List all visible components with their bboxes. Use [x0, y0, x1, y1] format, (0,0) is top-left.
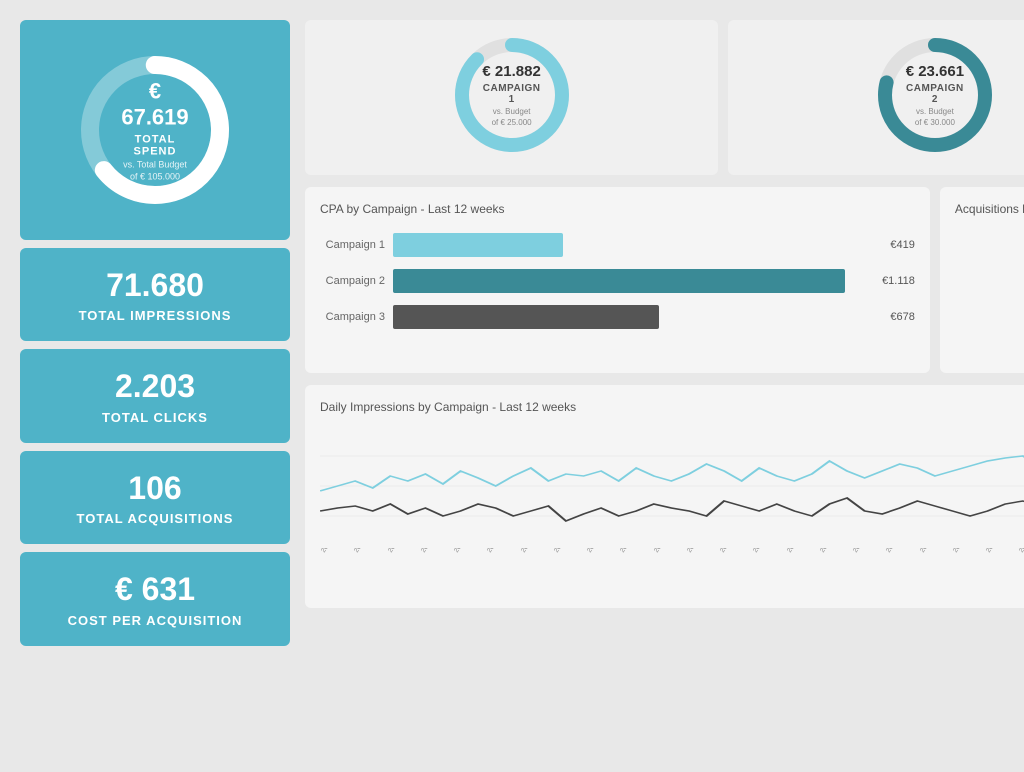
campaign-2-sub: vs. Budget: [905, 107, 965, 116]
x-label-6: 2016-02-02: [486, 548, 519, 593]
stat-clicks-label: TOTAL CLICKS: [38, 410, 272, 425]
dashboard: € 67.619 TOTAL SPEND vs. Total Budget of…: [20, 20, 1004, 646]
bar-row-3: Campaign 3 €678: [320, 305, 915, 329]
x-label-10: 2016-02-12: [619, 548, 652, 593]
x-labels-row: 2016-01-21 2016-01-23 2016-01-25 2016-01…: [320, 548, 1024, 593]
bar-value-3: €678: [890, 311, 914, 323]
x-label-22: 2016-03-09: [1018, 548, 1024, 593]
x-label-20: 2016-03-05: [952, 548, 985, 593]
line-campaign-1: [320, 451, 1024, 491]
campaign-1-label: CAMPAIGN 1: [482, 83, 542, 105]
x-label-8: 2016-02-08: [553, 548, 586, 593]
bar-track-2: [393, 269, 869, 293]
bar-fill-3: [393, 305, 659, 329]
stat-cpa-value: € 631: [38, 570, 272, 608]
stat-impressions-label: TOTAL IMPRESSIONS: [38, 308, 272, 323]
bar-label-2: Campaign 2: [320, 275, 385, 287]
stat-cpa-label: COST PER ACQUISITION: [38, 613, 272, 628]
bar-fill-2: [393, 269, 845, 293]
bar-row-1: Campaign 1 €419: [320, 233, 915, 257]
x-label-19: 2016-03-03: [919, 548, 952, 593]
stat-impressions-value: 71.680: [38, 266, 272, 304]
bar-track-1: [393, 233, 877, 257]
x-label-4: 2016-01-27: [420, 548, 453, 593]
x-label-3: 2016-01-25: [387, 548, 420, 593]
stat-acquisitions-label: TOTAL ACQUISITIONS: [38, 511, 272, 526]
sidebar: € 67.619 TOTAL SPEND vs. Total Budget of…: [20, 20, 290, 646]
x-label-5: 2016-01-29: [453, 548, 486, 593]
stat-acquisitions-value: 106: [38, 469, 272, 507]
bar-value-2: €1.118: [882, 275, 915, 287]
x-label-21: 2016-03-07: [985, 548, 1018, 593]
stat-acquisitions: 106 TOTAL ACQUISITIONS: [20, 451, 290, 544]
campaign-2-sub2: of € 30.000: [905, 118, 965, 127]
campaign-card-2: € 23.661 CAMPAIGN 2 vs. Budget of € 30.0…: [728, 20, 1024, 175]
acquisitions-chart-panel: Acquisitions by Campaign - Last 12 weeks: [940, 187, 1024, 373]
campaign-row: € 21.882 CAMPAIGN 1 vs. Budget of € 25.0…: [305, 20, 1024, 175]
acquisitions-chart-title: Acquisitions by Campaign - Last 12 weeks: [955, 202, 1024, 216]
campaign-1-sub: vs. Budget: [482, 107, 542, 116]
x-label-14: 2016-02-22: [752, 548, 785, 593]
campaign-2-label: CAMPAIGN 2: [905, 83, 965, 105]
x-label-15: 2016-02-24: [786, 548, 819, 593]
x-label-17: 2016-02-28: [852, 548, 885, 593]
total-spend-label: TOTAL SPEND: [115, 133, 195, 157]
stat-clicks-value: 2.203: [38, 367, 272, 405]
middle-row: CPA by Campaign - Last 12 weeks Campaign…: [305, 187, 1024, 373]
total-spend-sublabel: vs. Total Budget: [115, 159, 195, 169]
x-label-11: 2016-02-14: [653, 548, 686, 593]
campaign-2-center: € 23.661 CAMPAIGN 2 vs. Budget of € 30.0…: [905, 63, 965, 127]
bar-label-3: Campaign 3: [320, 311, 385, 323]
x-label-16: 2016-02-26: [819, 548, 852, 593]
impressions-title: Daily Impressions by Campaign - Last 12 …: [320, 400, 1024, 414]
bar-label-1: Campaign 1: [320, 239, 385, 251]
total-spend-donut: € 67.619 TOTAL SPEND vs. Total Budget of…: [75, 50, 235, 210]
line-campaign-2: [320, 498, 1024, 521]
total-spend-amount: € 67.619: [115, 79, 195, 132]
line-chart-area: [320, 426, 1024, 546]
stat-impressions: 71.680 TOTAL IMPRESSIONS: [20, 248, 290, 341]
total-spend-center: € 67.619 TOTAL SPEND vs. Total Budget of…: [115, 79, 195, 182]
pie-container: 54 32 20: [955, 228, 1024, 358]
campaign-1-donut: € 21.882 CAMPAIGN 1 vs. Budget of € 25.0…: [452, 35, 572, 155]
stat-cpa: € 631 COST PER ACQUISITION: [20, 552, 290, 645]
bar-fill-1: [393, 233, 563, 257]
impressions-panel: Daily Impressions by Campaign - Last 12 …: [305, 385, 1024, 608]
campaign-2-donut: € 23.661 CAMPAIGN 2 vs. Budget of € 30.0…: [875, 35, 995, 155]
x-label-1: 2016-01-21: [320, 548, 353, 593]
bar-row-2: Campaign 2 €1.118: [320, 269, 915, 293]
x-label-12: 2016-02-18: [686, 548, 719, 593]
bar-value-1: €419: [890, 239, 914, 251]
bar-track-3: [393, 305, 877, 329]
total-spend-card: € 67.619 TOTAL SPEND vs. Total Budget of…: [20, 20, 290, 240]
campaign-1-sub2: of € 25.000: [482, 118, 542, 127]
x-label-2: 2016-01-23: [353, 548, 386, 593]
main-area: € 21.882 CAMPAIGN 1 vs. Budget of € 25.0…: [305, 20, 1024, 646]
campaign-2-amount: € 23.661: [905, 63, 965, 81]
campaign-1-amount: € 21.882: [482, 63, 542, 81]
x-label-9: 2016-02-10: [586, 548, 619, 593]
x-label-7: 2016-02-04: [520, 548, 553, 593]
cpa-bar-chart: Campaign 1 €419 Campaign 2 €1.118: [320, 228, 915, 334]
cpa-chart-panel: CPA by Campaign - Last 12 weeks Campaign…: [305, 187, 930, 373]
campaign-1-center: € 21.882 CAMPAIGN 1 vs. Budget of € 25.0…: [482, 63, 542, 127]
line-chart-svg: [320, 426, 1024, 546]
cpa-chart-title: CPA by Campaign - Last 12 weeks: [320, 202, 915, 216]
stat-clicks: 2.203 TOTAL CLICKS: [20, 349, 290, 442]
x-label-13: 2016-02-20: [719, 548, 752, 593]
x-label-18: 2016-03-01: [885, 548, 918, 593]
campaign-card-1: € 21.882 CAMPAIGN 1 vs. Budget of € 25.0…: [305, 20, 718, 175]
total-spend-sublabel2: of € 105.000: [115, 171, 195, 181]
